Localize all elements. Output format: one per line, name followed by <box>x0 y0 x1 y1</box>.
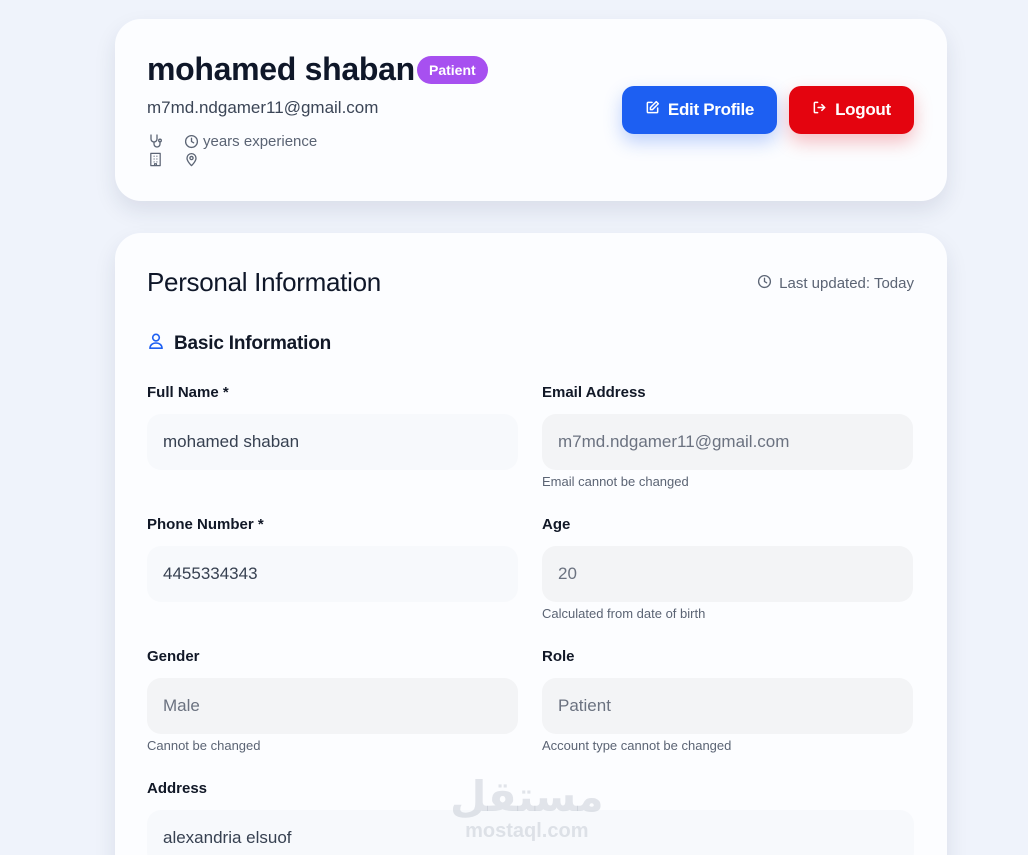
personal-info-card: Personal Information Last updated: Today… <box>115 233 947 855</box>
logout-button[interactable]: Logout <box>789 86 914 134</box>
edit-icon <box>645 100 660 120</box>
email-label: Email Address <box>542 384 646 401</box>
user-icon <box>147 332 165 356</box>
gender-hint: Cannot be changed <box>147 738 261 753</box>
edit-profile-button[interactable]: Edit Profile <box>622 86 777 134</box>
map-pin-icon <box>184 152 200 168</box>
basic-info-header: Basic Information <box>147 332 331 356</box>
last-updated: Last updated: Today <box>757 274 914 293</box>
logout-icon <box>812 100 827 120</box>
experience-text: years experience <box>203 133 318 150</box>
last-updated-text: Last updated: Today <box>779 275 914 292</box>
email-input[interactable] <box>542 414 913 470</box>
role-badge: Patient <box>417 56 488 84</box>
logout-label: Logout <box>835 100 891 119</box>
watermark-latin: mostaql.com <box>465 820 589 842</box>
watermark-arabic: مستقل <box>450 772 604 821</box>
clock-icon <box>757 274 772 293</box>
stethoscope-icon <box>148 133 164 149</box>
phone-input[interactable] <box>147 546 518 602</box>
mostaql-watermark: مستقل mostaql.com <box>450 776 604 843</box>
role-input[interactable] <box>542 678 913 734</box>
clock-icon <box>184 134 200 150</box>
age-label: Age <box>542 516 571 533</box>
building-icon <box>148 152 164 168</box>
gender-input[interactable] <box>147 678 518 734</box>
email-hint: Email cannot be changed <box>542 474 689 489</box>
address-label: Address <box>147 780 208 797</box>
age-hint: Calculated from date of birth <box>542 606 706 621</box>
profile-card: mohamed shaban Patient m7md.ndgamer11@gm… <box>115 19 947 201</box>
section-title: Personal Information <box>147 267 381 297</box>
phone-label: Phone Number * <box>147 516 264 533</box>
age-input[interactable] <box>542 546 913 602</box>
profile-email: m7md.ndgamer11@gmail.com <box>147 98 379 117</box>
role-label: Role <box>542 648 575 665</box>
role-hint: Account type cannot be changed <box>542 738 732 753</box>
profile-name: mohamed shaban <box>147 51 415 87</box>
full-name-input[interactable] <box>147 414 518 470</box>
edit-profile-label: Edit Profile <box>667 100 755 119</box>
gender-label: Gender <box>147 648 200 665</box>
basic-info-title: Basic Information <box>174 333 332 354</box>
full-name-label: Full Name * <box>147 384 229 401</box>
